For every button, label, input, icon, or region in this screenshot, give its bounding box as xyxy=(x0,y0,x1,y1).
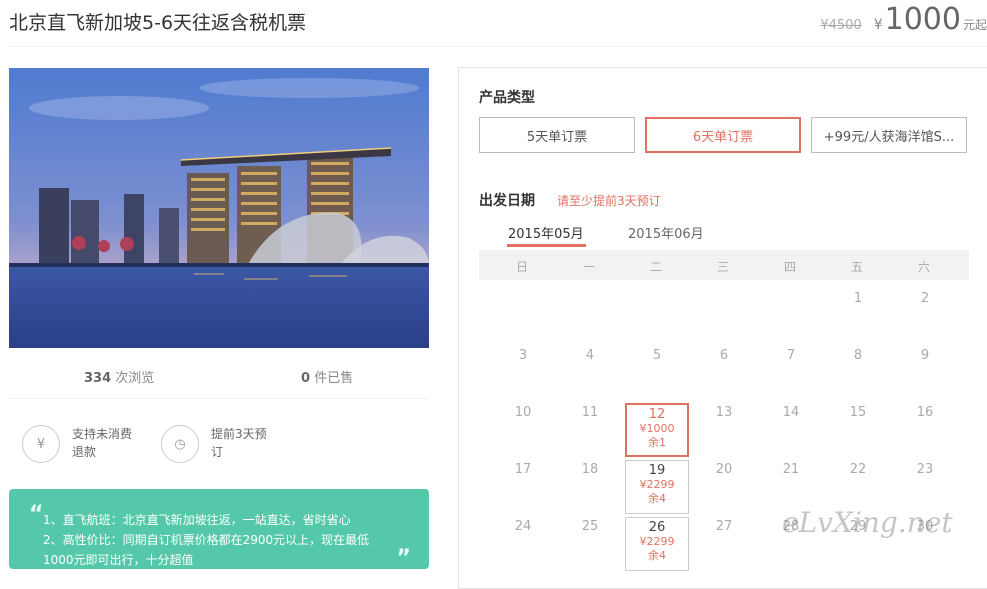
open-quote-icon: “ xyxy=(29,502,44,527)
calendar-day-selected[interactable]: 12 ¥1000 余1 xyxy=(625,403,689,457)
calendar-day: 6 xyxy=(719,348,729,363)
tab-month-may[interactable]: 2015年05月 xyxy=(508,223,584,242)
highlight-line-3: 1000元即可出行，十分超值 xyxy=(43,553,194,567)
calendar-day-available[interactable]: 26 ¥2299 余4 xyxy=(625,517,689,571)
weekday-mon: 一 xyxy=(582,260,595,274)
type-6day-button[interactable]: 6天单订票 xyxy=(645,117,801,153)
weekday-sat: 六 xyxy=(917,260,930,274)
views-stat: 334 次浏览 xyxy=(84,367,154,386)
departure-date-title: 出发日期 xyxy=(479,193,535,209)
header-divider xyxy=(9,46,987,47)
calendar-day: 3 xyxy=(518,348,528,363)
original-price: ¥4500 xyxy=(820,18,862,33)
current-price: 1000 xyxy=(884,2,961,37)
month-tab-indicator xyxy=(507,244,586,247)
date-hint: 请至少提前3天预订 xyxy=(557,194,661,208)
tab-month-june[interactable]: 2015年06月 xyxy=(628,223,704,242)
calendar-day: 2 xyxy=(920,291,930,306)
calendar-day: 23 xyxy=(916,462,934,477)
product-photo xyxy=(9,68,429,348)
price-box: ¥4500 ¥ 1000 元起 xyxy=(820,2,987,37)
calendar-day-available[interactable]: 19 ¥2299 余4 xyxy=(625,460,689,514)
highlight-line-2: 2、高性价比：同期自订机票价格都在2900元以上，现在最低 xyxy=(43,533,370,547)
day-number: 12 xyxy=(648,407,666,422)
sold-stat: 0 件已售 xyxy=(301,367,353,386)
calendar-day: 5 xyxy=(652,348,662,363)
type-5day-button[interactable]: 5天单订票 xyxy=(479,117,635,153)
weekday-sun: 日 xyxy=(515,260,528,274)
weekday-header: 日 一 二 三 四 五 六 xyxy=(479,250,969,280)
product-title: 北京直飞新加坡5-6天往返含税机票 xyxy=(9,12,307,34)
day-price: ¥2299 xyxy=(639,478,675,491)
calendar-day: 1 xyxy=(853,291,863,306)
feature-advance: ◷ 提前3天预订 xyxy=(161,425,277,463)
views-label: 次浏览 xyxy=(115,371,155,386)
calendar-day: 9 xyxy=(920,348,930,363)
day-remaining: 余4 xyxy=(648,492,666,505)
weekday-wed: 三 xyxy=(716,260,729,274)
type-aquarium-addon-button[interactable]: +99元/人获海洋馆S... xyxy=(811,117,967,153)
sold-count: 0 xyxy=(301,371,311,386)
refund-yen-icon: ¥ xyxy=(22,425,60,463)
close-quote-icon: ” xyxy=(396,546,411,569)
day-price: ¥1000 xyxy=(639,422,675,435)
calendar-day: 4 xyxy=(585,348,595,363)
clock-history-icon: ◷ xyxy=(161,425,199,463)
product-type-title: 产品类型 xyxy=(479,90,535,106)
weekday-fri: 五 xyxy=(850,260,863,274)
highlights-box: “ 1、直飞航班：北京直飞新加坡往返，一站直达，省时省心 2、高性价比：同期自订… xyxy=(9,489,429,569)
day-remaining: 余1 xyxy=(648,436,666,449)
calendar-day: 27 xyxy=(715,519,733,534)
currency-symbol: ¥ xyxy=(873,17,883,33)
calendar-day: 11 xyxy=(581,405,599,420)
calendar-day: 13 xyxy=(715,405,733,420)
highlight-line-1: 1、直飞航班：北京直飞新加坡往返，一站直达，省时省心 xyxy=(43,513,351,527)
day-price: ¥2299 xyxy=(639,535,675,548)
day-number: 26 xyxy=(648,520,666,535)
day-remaining: 余4 xyxy=(648,549,666,562)
calendar-day: 18 xyxy=(581,462,599,477)
views-count: 334 xyxy=(84,371,112,386)
price-unit: 元起 xyxy=(962,18,987,32)
calendar-day: 14 xyxy=(782,405,800,420)
sold-label: 件已售 xyxy=(314,371,354,386)
calendar-day: 8 xyxy=(853,348,863,363)
calendar-day: 10 xyxy=(514,405,532,420)
calendar-day: 7 xyxy=(786,348,796,363)
calendar-day: 22 xyxy=(849,462,867,477)
product-stats: 334 次浏览 0 件已售 xyxy=(9,367,429,387)
weekday-thu: 四 xyxy=(783,260,796,274)
calendar-day: 25 xyxy=(581,519,599,534)
weekday-tue: 二 xyxy=(649,260,662,274)
calendar-day: 21 xyxy=(782,462,800,477)
calendar-day: 20 xyxy=(715,462,733,477)
calendar-day: 16 xyxy=(916,405,934,420)
stats-divider xyxy=(9,398,429,399)
calendar-day: 17 xyxy=(514,462,532,477)
feature-advance-text: 提前3天预订 xyxy=(211,427,267,459)
feature-refund-text: 支持未消费退款 xyxy=(72,427,133,459)
watermark: eLvXing.net xyxy=(782,506,953,539)
day-number: 19 xyxy=(648,463,666,478)
calendar-day: 24 xyxy=(514,519,532,534)
calendar-day: 15 xyxy=(849,405,867,420)
feature-refund: ¥ 支持未消费退款 xyxy=(22,425,138,463)
